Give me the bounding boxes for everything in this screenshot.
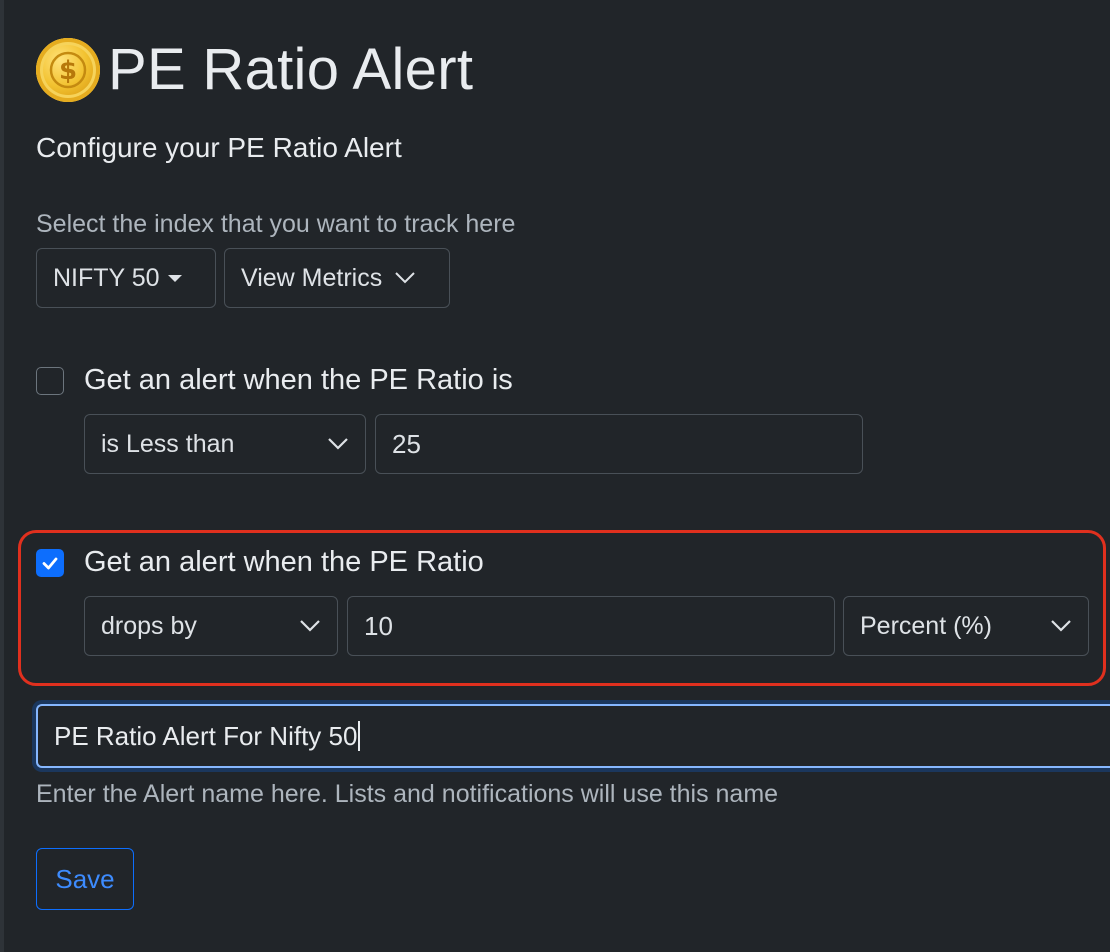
pe-ratio-change-label: Get an alert when the PE Ratio [84, 546, 484, 578]
alert-name-help-text: Enter the Alert name here. Lists and not… [36, 780, 779, 808]
page-title: PE Ratio Alert [108, 37, 474, 102]
text-cursor [358, 721, 361, 751]
page-subtitle: Configure your PE Ratio Alert [36, 132, 402, 163]
index-select-label: Select the index that you want to track … [36, 210, 516, 238]
comparator-value: is Less than [101, 429, 235, 458]
alert-name-value: PE Ratio Alert For Nifty 50 [54, 720, 358, 751]
direction-select[interactable]: drops by [84, 596, 338, 656]
alert-name-input[interactable]: PE Ratio Alert For Nifty 50 [36, 704, 1110, 768]
pe-ratio-threshold-label: Get an alert when the PE Ratio is [84, 364, 513, 396]
index-dropdown-value: NIFTY 50 [53, 263, 160, 292]
view-metrics-label: View Metrics [241, 263, 383, 292]
alert-config-page: $ PE Ratio Alert Configure your PE Ratio… [0, 0, 1110, 952]
save-button[interactable]: Save [36, 848, 134, 910]
index-dropdown-button[interactable]: NIFTY 50 [36, 248, 216, 308]
page-header: $ PE Ratio Alert [36, 36, 473, 103]
threshold-value-input[interactable]: 25 [375, 414, 863, 474]
direction-value: drops by [101, 611, 197, 640]
view-metrics-button[interactable]: View Metrics [224, 248, 450, 308]
pe-ratio-threshold-checkbox[interactable] [36, 367, 64, 395]
chevron-down-icon [394, 271, 416, 285]
checkmark-icon [42, 557, 58, 570]
change-value-input[interactable]: 10 [347, 596, 835, 656]
chevron-down-icon [1050, 619, 1072, 633]
chevron-down-icon [299, 619, 321, 633]
comparator-select[interactable]: is Less than [84, 414, 366, 474]
pe-ratio-change-checkbox[interactable] [36, 549, 64, 577]
chevron-down-icon [327, 437, 349, 451]
unit-value: Percent (%) [860, 611, 992, 640]
unit-select[interactable]: Percent (%) [843, 596, 1089, 656]
gold-coin-dollar-icon: $ [36, 37, 100, 102]
svg-text:$: $ [59, 56, 77, 86]
caret-down-icon [167, 274, 182, 282]
